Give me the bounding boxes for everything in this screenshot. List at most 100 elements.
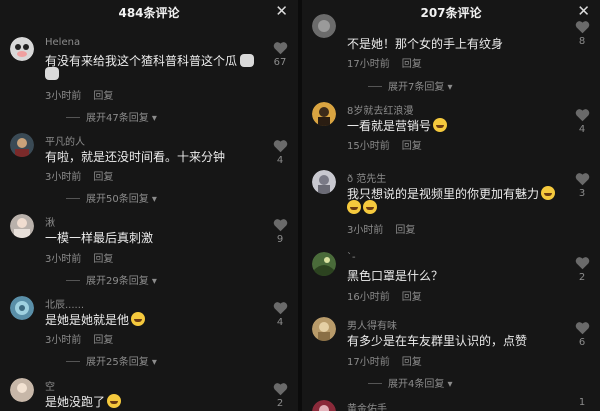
username[interactable]: `-	[347, 252, 356, 263]
like-button[interactable]: 2	[271, 382, 289, 409]
comment-meta: 3小时前 回复	[45, 87, 113, 102]
like-count: 2	[276, 398, 284, 409]
avatar[interactable]	[312, 102, 336, 126]
expand-replies-label: 展开29条回复	[86, 276, 149, 287]
avatar[interactable]	[10, 133, 34, 157]
username[interactable]: 8岁就去红浪漫	[347, 102, 413, 117]
close-icon[interactable]: ✕	[577, 2, 590, 20]
comment-meta: 3小时前 回复	[347, 221, 415, 236]
comment-meta: 17小时前 回复	[347, 353, 422, 368]
expand-replies-label: 展开47条回复	[86, 113, 149, 124]
comment-meta: 3小时前 回复	[45, 168, 113, 183]
comment-text-content: 是她是她就是他	[45, 313, 130, 327]
laughing-emoji-icon	[347, 200, 361, 214]
like-count: 4	[276, 317, 284, 328]
comment-text: 不是她！那个女的手上有纹身	[347, 37, 504, 51]
reply-button[interactable]: 回复	[93, 254, 113, 265]
reply-button[interactable]: 回复	[402, 141, 422, 152]
reply-button[interactable]: 回复	[93, 172, 113, 183]
comment-text-continued	[347, 200, 377, 215]
comment-count-title: 484条评论	[118, 6, 180, 20]
comment-count-title: 207条评论	[420, 6, 482, 20]
username[interactable]: 黄金佑手	[347, 400, 387, 411]
reply-button[interactable]: 回复	[402, 292, 422, 303]
like-count: 2	[578, 272, 586, 283]
avatar[interactable]	[10, 214, 34, 238]
close-icon[interactable]: ✕	[275, 2, 288, 20]
expand-line	[368, 383, 382, 384]
expand-replies-button[interactable]: 展开25条回复 ▾	[66, 353, 157, 368]
comment-text: 是她没跑了	[45, 393, 122, 410]
expand-line	[368, 86, 382, 87]
laughing-emoji-icon	[433, 118, 448, 132]
comment-text-content: 有没有来给我这个猹科普科普这个瓜	[45, 54, 238, 68]
expand-replies-button[interactable]: 展开47条回复 ▾	[66, 109, 157, 124]
username[interactable]: 湫	[45, 214, 55, 229]
expand-replies-button[interactable]: 展开50条回复 ▾	[66, 190, 157, 205]
comment-text: 有多少是在车友群里认识的，点赞	[347, 334, 528, 348]
heart-icon	[273, 140, 287, 153]
username[interactable]: 北辰......	[45, 296, 84, 311]
like-button[interactable]: 1	[573, 397, 591, 408]
comment-text: 黑色口罩是什么？	[347, 269, 444, 283]
avatar[interactable]	[10, 296, 34, 320]
expand-line	[66, 280, 80, 281]
comment-meta: 16小时前 回复	[347, 288, 422, 303]
expand-replies-button[interactable]: 展开4条回复 ▾	[368, 375, 453, 390]
comment-meta: 15小时前 回复	[347, 137, 422, 152]
comment-text-content: 我只想说的是视频里的你更加有魅力	[347, 187, 540, 201]
reply-button[interactable]: 回复	[93, 91, 113, 102]
avatar[interactable]	[312, 317, 336, 341]
like-button[interactable]: 8	[573, 20, 591, 47]
like-count: 3	[578, 188, 586, 199]
heart-icon	[273, 383, 287, 396]
cat-emoji-icon	[240, 54, 255, 67]
username[interactable]: Helena	[45, 37, 80, 48]
reply-button[interactable]: 回复	[395, 225, 415, 236]
like-count: 8	[578, 36, 586, 47]
expand-replies-button[interactable]: 展开29条回复 ▾	[66, 272, 157, 287]
comment-meta: 17小时前 回复	[347, 55, 422, 70]
username[interactable]: ð 范先生	[347, 170, 386, 185]
avatar[interactable]	[312, 14, 336, 38]
like-count: 4	[276, 155, 284, 166]
avatar[interactable]	[312, 252, 336, 276]
avatar[interactable]	[10, 378, 34, 402]
username[interactable]: 平凡的人	[45, 133, 85, 148]
like-count: 1	[578, 397, 586, 408]
comment-meta: 3小时前 回复	[45, 331, 113, 346]
like-button[interactable]: 2	[573, 256, 591, 283]
expand-replies-button[interactable]: 展开7条回复 ▾	[368, 78, 453, 93]
avatar[interactable]	[10, 37, 34, 61]
comment-time: 3小时前	[45, 254, 82, 265]
username[interactable]: 男人得有味	[347, 317, 397, 332]
expand-line	[66, 117, 80, 118]
reply-button[interactable]: 回复	[402, 59, 422, 70]
like-button[interactable]: 6	[573, 321, 591, 348]
comment-text-continued	[45, 67, 59, 81]
expand-replies-label: 展开25条回复	[86, 357, 149, 368]
heart-icon	[273, 219, 287, 232]
comment-time: 17小时前	[347, 357, 390, 368]
laughing-emoji-icon	[131, 312, 146, 326]
reply-button[interactable]: 回复	[93, 335, 113, 346]
like-button[interactable]: 3	[573, 172, 591, 199]
like-button[interactable]: 9	[271, 218, 289, 245]
comment-time: 3小时前	[45, 335, 82, 346]
comment-time: 3小时前	[45, 172, 82, 183]
heart-icon	[575, 257, 589, 270]
username[interactable]: 空	[45, 378, 55, 393]
comment-text: 有啦，就是还没时间看。十来分钟	[45, 150, 226, 164]
reply-button[interactable]: 回复	[402, 357, 422, 368]
comment-text-content: 是她没跑了	[45, 395, 106, 409]
avatar[interactable]	[312, 400, 336, 411]
like-button[interactable]: 4	[271, 301, 289, 328]
like-button[interactable]: 4	[573, 108, 591, 135]
heart-icon	[273, 302, 287, 315]
comment-meta: 3小时前 回复	[45, 250, 113, 265]
like-button[interactable]: 67	[271, 41, 289, 68]
avatar[interactable]	[312, 170, 336, 194]
comment-time: 3小时前	[45, 91, 82, 102]
comment-text-content: 一看就是营销号	[347, 119, 432, 133]
like-button[interactable]: 4	[271, 139, 289, 166]
